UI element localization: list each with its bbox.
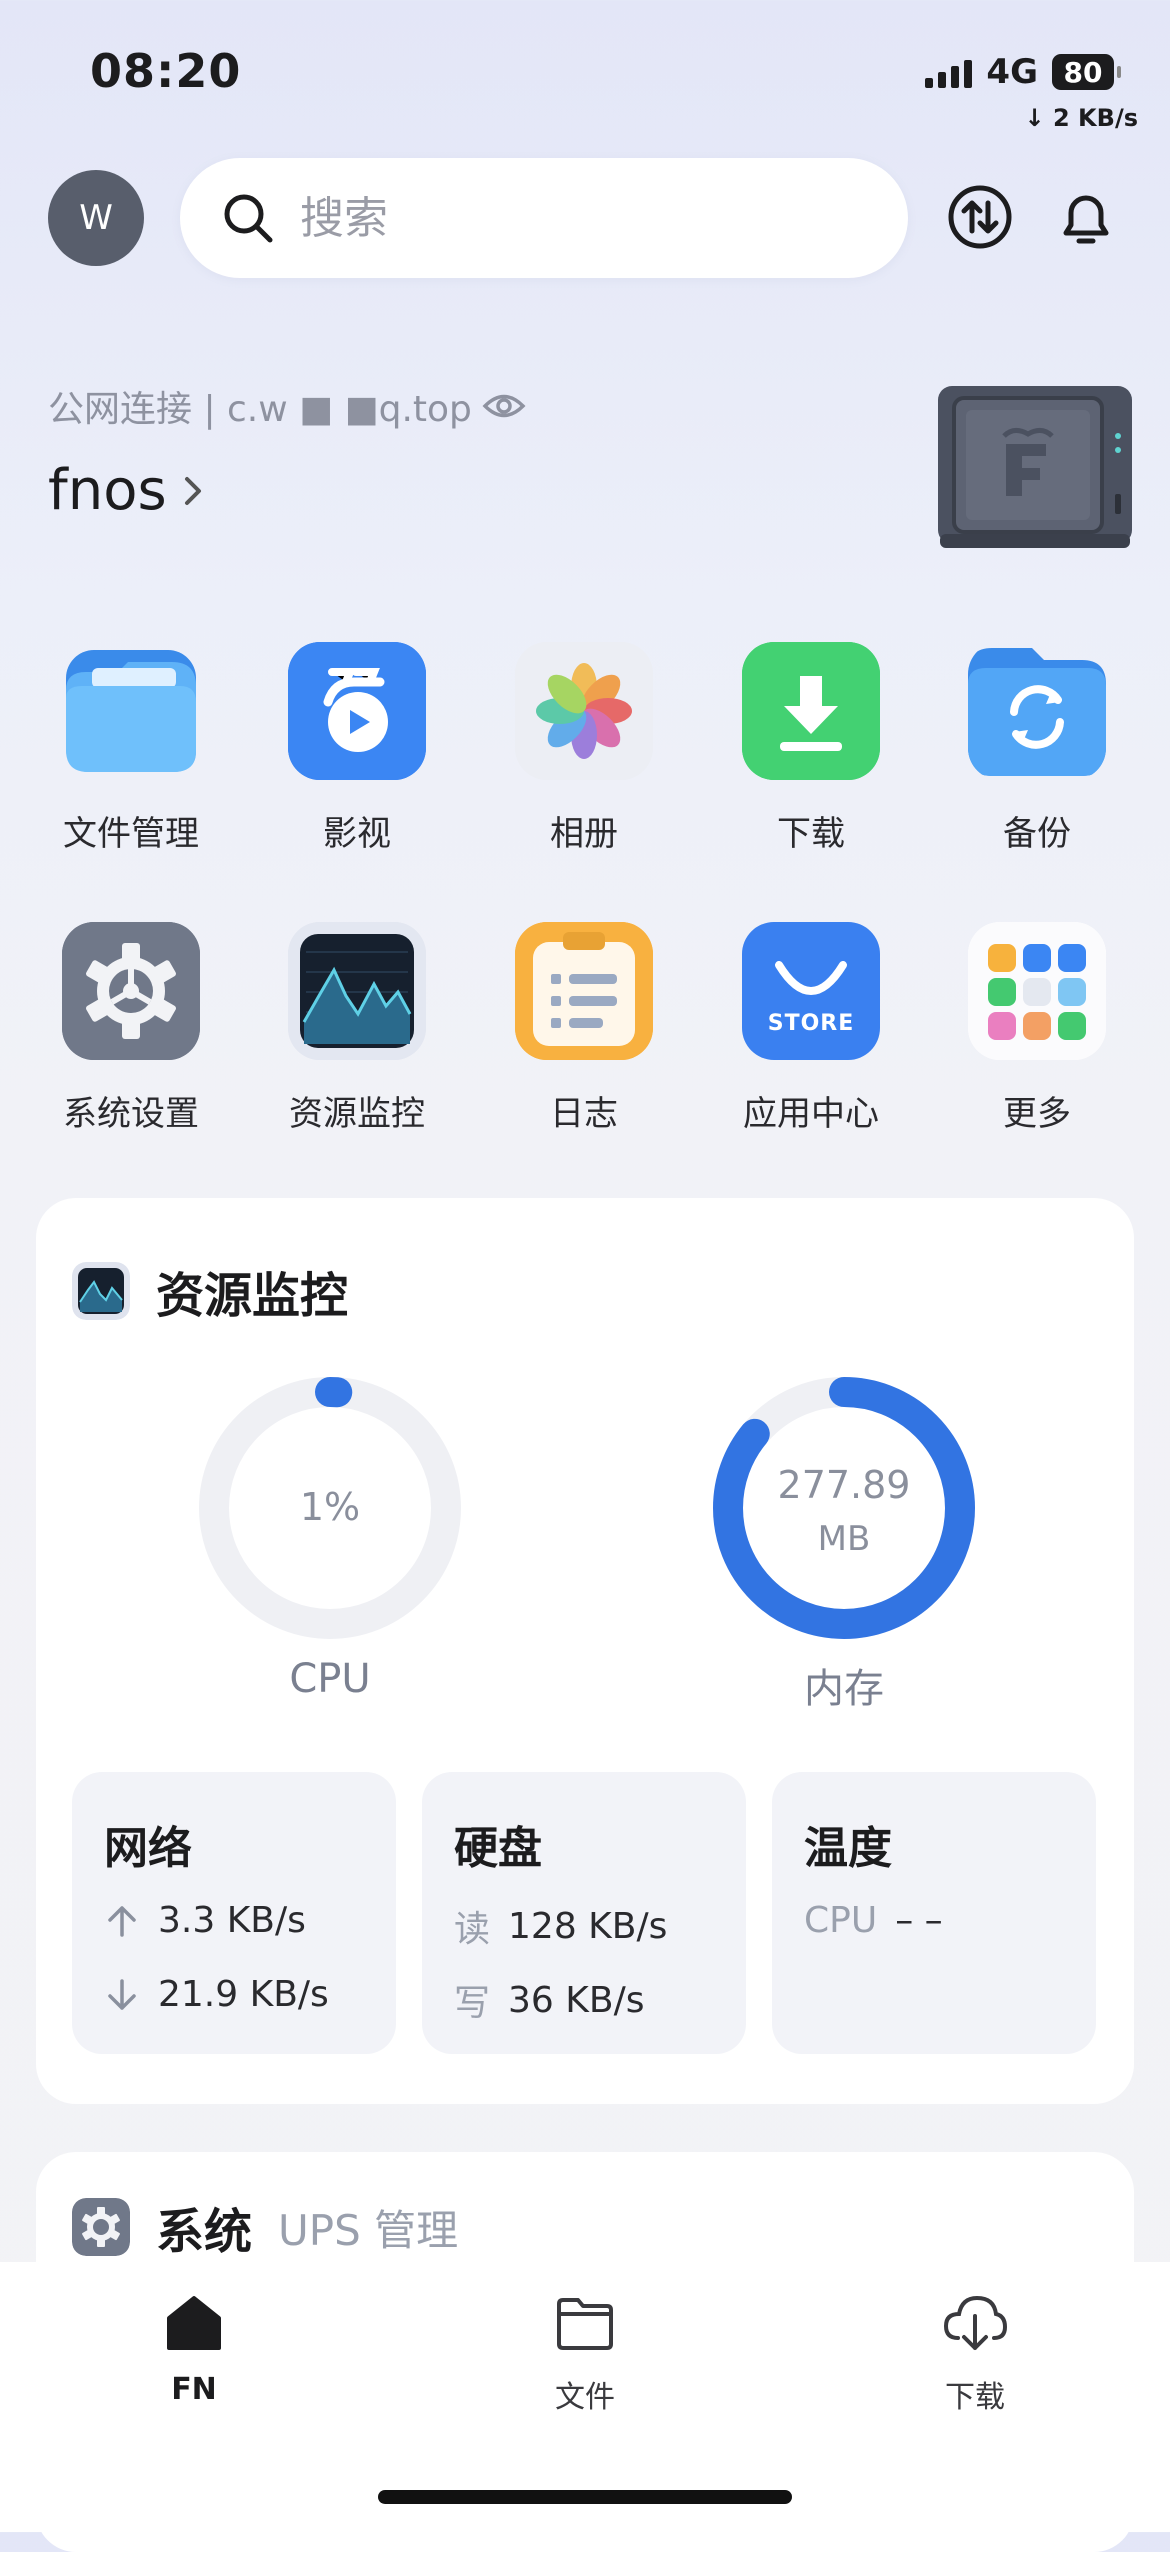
memory-unit: MB — [818, 1519, 871, 1559]
app-label: 更多 — [1003, 1094, 1071, 1134]
network-download-row: 21.9 KB/s — [104, 1974, 329, 2015]
bell-icon[interactable] — [1050, 181, 1122, 253]
temperature-cpu-value: – – — [895, 1900, 943, 1941]
app-label: 相册 — [550, 814, 618, 854]
signal-icon — [925, 56, 973, 88]
network-download-value: 21.9 KB/s — [158, 1974, 329, 2015]
store-icon: STORE — [742, 922, 880, 1060]
settings-gear-icon — [62, 922, 200, 1060]
system-card-title: 系统 — [156, 2204, 253, 2260]
app-file-manager[interactable]: 文件管理 — [31, 642, 231, 855]
search-input[interactable] — [298, 191, 862, 245]
disk-stat[interactable]: 硬盘 读 128 KB/s 写 36 KB/s — [422, 1772, 746, 2054]
disk-read-label: 读 — [454, 1909, 491, 1950]
app-label: 资源监控 — [289, 1094, 425, 1134]
app-backup[interactable]: 备份 — [937, 642, 1137, 855]
network-upload-value: 3.3 KB/s — [158, 1900, 306, 1941]
card-header: 资源监控 — [72, 1256, 348, 1326]
backup-icon — [968, 642, 1106, 780]
system-card-subtitle[interactable]: UPS 管理 — [278, 2197, 458, 2258]
folder-icon — [62, 642, 200, 780]
app-video[interactable]: 影视 — [257, 642, 457, 855]
network-speed: ↓ 2 KB/s — [1024, 104, 1138, 132]
server-name: fnos — [48, 458, 167, 523]
app-label: 系统设置 — [63, 1094, 199, 1134]
app-photos[interactable]: 相册 — [484, 642, 684, 855]
memory-value: 277.89 — [778, 1463, 911, 1507]
eye-icon[interactable] — [482, 389, 526, 423]
tab-label: 文件 — [555, 2380, 615, 2415]
search-bar[interactable] — [180, 158, 908, 278]
disk-write-label: 写 — [454, 1983, 491, 2024]
tab-fn[interactable]: FN — [94, 2292, 294, 2407]
temperature-cpu-row: CPU – – — [804, 1900, 943, 1941]
network-speed-value: 2 KB/s — [1053, 104, 1138, 132]
home-indicator — [378, 2490, 792, 2504]
disk-read-value: 128 KB/s — [508, 1905, 668, 1947]
memory-gauge-arc — [713, 1377, 975, 1639]
home-icon — [167, 2296, 221, 2350]
settings-gear-icon — [72, 2198, 130, 2256]
cpu-label: CPU — [289, 1656, 371, 1702]
server-selector[interactable]: fnos — [48, 458, 207, 523]
video-icon — [288, 642, 426, 780]
disk-write-row: 写 36 KB/s — [454, 1974, 644, 2026]
app-label: 应用中心 — [743, 1094, 879, 1134]
app-resource-monitor[interactable]: 资源监控 — [257, 922, 457, 1135]
cpu-percent: 1% — [300, 1485, 360, 1529]
app-label: 文件管理 — [63, 814, 199, 854]
status-indicators: 4G 80 — [925, 52, 1121, 92]
network-stat[interactable]: 网络 3.3 KB/s 21.9 KB/s — [72, 1772, 396, 2054]
status-time: 08:20 — [90, 44, 242, 98]
avatar[interactable]: W — [48, 170, 144, 266]
app-label: 影视 — [323, 814, 391, 854]
app-log[interactable]: 日志 — [484, 922, 684, 1135]
folder-icon — [557, 2298, 613, 2350]
cpu-gauge: 1% — [199, 1377, 461, 1639]
tab-files[interactable]: 文件 — [485, 2292, 685, 2416]
disk-read-row: 读 128 KB/s — [454, 1900, 667, 1952]
app-download[interactable]: 下载 — [711, 642, 911, 855]
arrow-up-icon — [108, 1905, 136, 1937]
transfer-icon[interactable] — [944, 181, 1016, 253]
arrow-down-icon — [108, 1978, 136, 2010]
tab-label: 下载 — [945, 2380, 1005, 2415]
app-more[interactable]: 更多 — [937, 922, 1137, 1135]
temperature-cpu-label: CPU — [804, 1900, 878, 1941]
memory-label: 内存 — [804, 1666, 884, 1712]
resource-monitor-card[interactable]: 资源监控 1% CPU 277.89 MB 内存 网络 3.3 KB/s 21.… — [36, 1198, 1134, 2104]
search-icon — [224, 194, 273, 243]
network-title: 网络 — [104, 1823, 192, 1874]
system-card-header: 系统 UPS 管理 — [72, 2192, 458, 2262]
app-system-settings[interactable]: 系统设置 — [31, 922, 231, 1135]
network-upload-row: 3.3 KB/s — [104, 1900, 306, 1941]
network-type: 4G — [986, 52, 1038, 92]
store-badge-text: STORE — [767, 1010, 855, 1036]
tab-download[interactable]: 下载 — [875, 2292, 1075, 2416]
app-store[interactable]: STORE 应用中心 — [711, 922, 911, 1135]
connection-info: 公网连接 | c.w ■ ■q.top — [48, 380, 526, 432]
app-label: 日志 — [550, 1094, 618, 1134]
photos-icon — [515, 642, 653, 780]
app-label: 下载 — [777, 814, 845, 854]
disk-title: 硬盘 — [454, 1823, 542, 1874]
cloud-download-icon — [943, 2295, 1008, 2350]
temperature-stat[interactable]: 温度 CPU – – — [772, 1772, 1096, 2054]
log-icon — [515, 922, 653, 1060]
download-icon — [742, 642, 880, 780]
chevron-right-icon — [184, 476, 201, 505]
monitor-icon — [288, 922, 426, 1060]
disk-write-value: 36 KB/s — [508, 1979, 645, 2021]
temperature-title: 温度 — [804, 1823, 892, 1874]
nas-device-image — [938, 386, 1132, 548]
more-grid-icon — [968, 922, 1106, 1060]
connection-text: 公网连接 | c.w ■ ■q.top — [48, 389, 472, 430]
tab-label: FN — [171, 2372, 217, 2407]
app-label: 备份 — [1003, 814, 1071, 854]
monitor-icon — [72, 1262, 130, 1320]
memory-gauge: 277.89 MB — [713, 1377, 975, 1639]
card-title: 资源监控 — [156, 1268, 349, 1324]
battery-icon: 80 — [1052, 54, 1121, 90]
